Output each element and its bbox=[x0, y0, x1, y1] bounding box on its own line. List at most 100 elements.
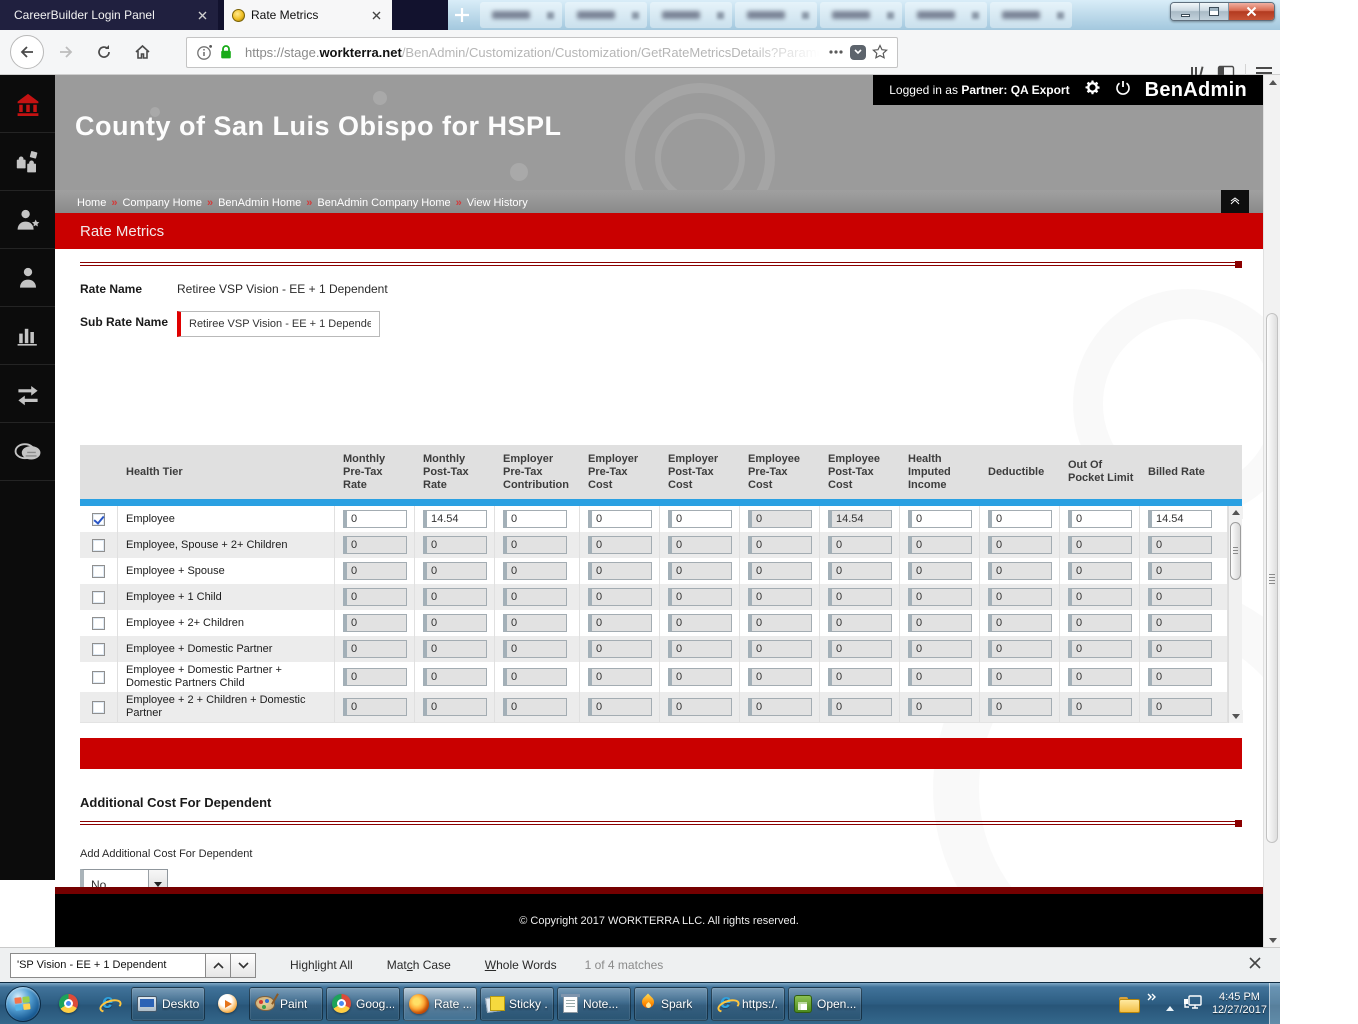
collapse-header-button[interactable] bbox=[1221, 190, 1249, 213]
rate-input[interactable] bbox=[908, 510, 972, 528]
rate-value-cell bbox=[820, 584, 900, 610]
whole-words-toggle[interactable]: Whole Words bbox=[485, 958, 557, 972]
scroll-up-icon[interactable] bbox=[1264, 75, 1281, 89]
taskbar-button[interactable]: Rate ... bbox=[403, 987, 477, 1021]
rate-value-cell bbox=[415, 584, 495, 610]
rate-input[interactable] bbox=[1148, 510, 1212, 528]
rate-input[interactable] bbox=[988, 510, 1052, 528]
health-tier-checkbox[interactable] bbox=[92, 539, 105, 552]
health-tier-checkbox[interactable] bbox=[92, 513, 105, 526]
bookmark-star-icon[interactable] bbox=[869, 41, 891, 63]
home-button[interactable] bbox=[126, 36, 158, 68]
breadcrumb-link[interactable]: BenAdmin Home bbox=[218, 197, 301, 209]
pocket-icon[interactable] bbox=[847, 41, 869, 63]
breadcrumb-link[interactable]: Company Home bbox=[122, 197, 201, 209]
sidebar-item-messages[interactable] bbox=[0, 423, 55, 481]
rate-input[interactable] bbox=[343, 510, 407, 528]
sidebar-item-transfers[interactable] bbox=[0, 365, 55, 423]
find-input[interactable] bbox=[10, 953, 206, 978]
rate-value-cell bbox=[580, 692, 660, 722]
breadcrumb-link[interactable]: BenAdmin Company Home bbox=[317, 197, 450, 209]
taskbar-button[interactable]: Note... bbox=[557, 987, 631, 1021]
table-row: Employee + 1 Child bbox=[80, 584, 1242, 610]
page-scrollbar-thumb[interactable] bbox=[1266, 313, 1278, 843]
column-header: Health Imputed Income bbox=[900, 445, 980, 499]
url-bar[interactable]: https://stage.workterra.net/BenAdmin/Cus… bbox=[186, 37, 898, 68]
taskbar-button[interactable]: Spark bbox=[634, 987, 708, 1021]
sub-rate-name-input[interactable] bbox=[177, 311, 380, 337]
taskbar-button[interactable] bbox=[208, 987, 246, 1021]
find-next-button[interactable] bbox=[231, 953, 256, 978]
start-button[interactable] bbox=[5, 986, 41, 1022]
hidden-icons-arrow[interactable] bbox=[1166, 1006, 1174, 1011]
taskbar-button[interactable]: Sticky ... bbox=[480, 987, 554, 1021]
tab-careerbuilder[interactable]: CareerBuilder Login Panel bbox=[0, 0, 218, 30]
rate-value-cell bbox=[820, 610, 900, 636]
breadcrumb-separator: » bbox=[456, 197, 462, 209]
close-button[interactable] bbox=[1229, 3, 1274, 20]
taskbar-button[interactable]: e bbox=[90, 987, 128, 1021]
health-tier-checkbox[interactable] bbox=[92, 701, 105, 714]
find-previous-button[interactable] bbox=[206, 953, 231, 978]
health-tier-checkbox[interactable] bbox=[92, 617, 105, 630]
tab-rate-metrics[interactable]: Rate Metrics bbox=[224, 0, 392, 30]
forward-button[interactable] bbox=[50, 36, 82, 68]
breadcrumb-link[interactable]: Home bbox=[77, 197, 106, 209]
scroll-down-icon[interactable] bbox=[1229, 710, 1243, 723]
rate-input[interactable] bbox=[668, 510, 732, 528]
health-tier-checkbox[interactable] bbox=[92, 591, 105, 604]
rate-input bbox=[748, 562, 812, 580]
taskbar-button[interactable]: Paint bbox=[249, 987, 323, 1021]
site-info-icon[interactable] bbox=[193, 41, 215, 63]
table-scrollbar[interactable] bbox=[1228, 506, 1242, 723]
find-close-icon[interactable] bbox=[1248, 956, 1266, 974]
explorer-folder-icon[interactable] bbox=[1119, 997, 1138, 1011]
logout-power-icon[interactable] bbox=[1115, 80, 1131, 101]
taskbar-button-label: Goog... bbox=[356, 997, 394, 1011]
sidebar-item-employee[interactable] bbox=[0, 249, 55, 307]
https-lock-icon[interactable] bbox=[215, 41, 237, 63]
sidebar-item-reports[interactable] bbox=[0, 307, 55, 365]
minimize-button[interactable] bbox=[1171, 3, 1200, 20]
page-scrollbar[interactable] bbox=[1263, 75, 1280, 947]
show-desktop-button[interactable] bbox=[1269, 983, 1280, 1024]
scroll-down-icon[interactable] bbox=[1264, 933, 1281, 947]
sidebar-item-modules[interactable] bbox=[0, 133, 55, 191]
tray-clock[interactable]: 4:45 PM12/27/2017 bbox=[1212, 991, 1267, 1017]
rate-value-cell bbox=[660, 532, 740, 558]
taskbar-button[interactable]: ehttps:/... bbox=[711, 987, 785, 1021]
taskbar-button[interactable] bbox=[49, 987, 87, 1021]
sidebar-item-partner-admin[interactable] bbox=[0, 191, 55, 249]
sidebar-item-home[interactable] bbox=[0, 75, 55, 133]
tab-close-icon[interactable] bbox=[368, 7, 384, 23]
health-tier-cell: Employee + Domestic Partner + Domestic P… bbox=[118, 662, 335, 692]
rate-input[interactable] bbox=[1068, 510, 1132, 528]
tray-expand-icon[interactable] bbox=[1147, 988, 1157, 1006]
new-tab-icon[interactable] bbox=[452, 5, 472, 25]
highlight-all-toggle[interactable]: Highlight All bbox=[290, 958, 353, 972]
reload-button[interactable] bbox=[88, 36, 120, 68]
rate-value-cell bbox=[980, 610, 1060, 636]
maximize-button[interactable] bbox=[1200, 3, 1229, 20]
page-actions-icon[interactable] bbox=[825, 41, 847, 63]
tab-close-icon[interactable] bbox=[194, 7, 210, 23]
settings-gear-icon[interactable] bbox=[1084, 79, 1101, 101]
rate-input[interactable] bbox=[423, 510, 487, 528]
health-tier-checkbox[interactable] bbox=[92, 643, 105, 656]
taskbar-button[interactable]: Goog... bbox=[326, 987, 400, 1021]
table-row: Employee + 2 + Children + Domestic Partn… bbox=[80, 692, 1242, 722]
rate-input bbox=[748, 668, 812, 686]
taskbar-button[interactable]: Desktop bbox=[131, 987, 205, 1021]
match-case-toggle[interactable]: Match Case bbox=[387, 958, 451, 972]
scroll-up-icon[interactable] bbox=[1229, 506, 1243, 519]
back-button[interactable] bbox=[10, 35, 44, 69]
health-tier-checkbox[interactable] bbox=[92, 671, 105, 684]
table-scrollbar-thumb[interactable] bbox=[1230, 522, 1241, 580]
taskbar-button[interactable]: Open... bbox=[788, 987, 862, 1021]
breadcrumb-link[interactable]: View History bbox=[467, 197, 528, 209]
rate-value-cell bbox=[1140, 506, 1228, 532]
network-tray-icon[interactable] bbox=[1183, 993, 1203, 1016]
rate-input[interactable] bbox=[503, 510, 567, 528]
rate-input[interactable] bbox=[588, 510, 652, 528]
health-tier-checkbox[interactable] bbox=[92, 565, 105, 578]
